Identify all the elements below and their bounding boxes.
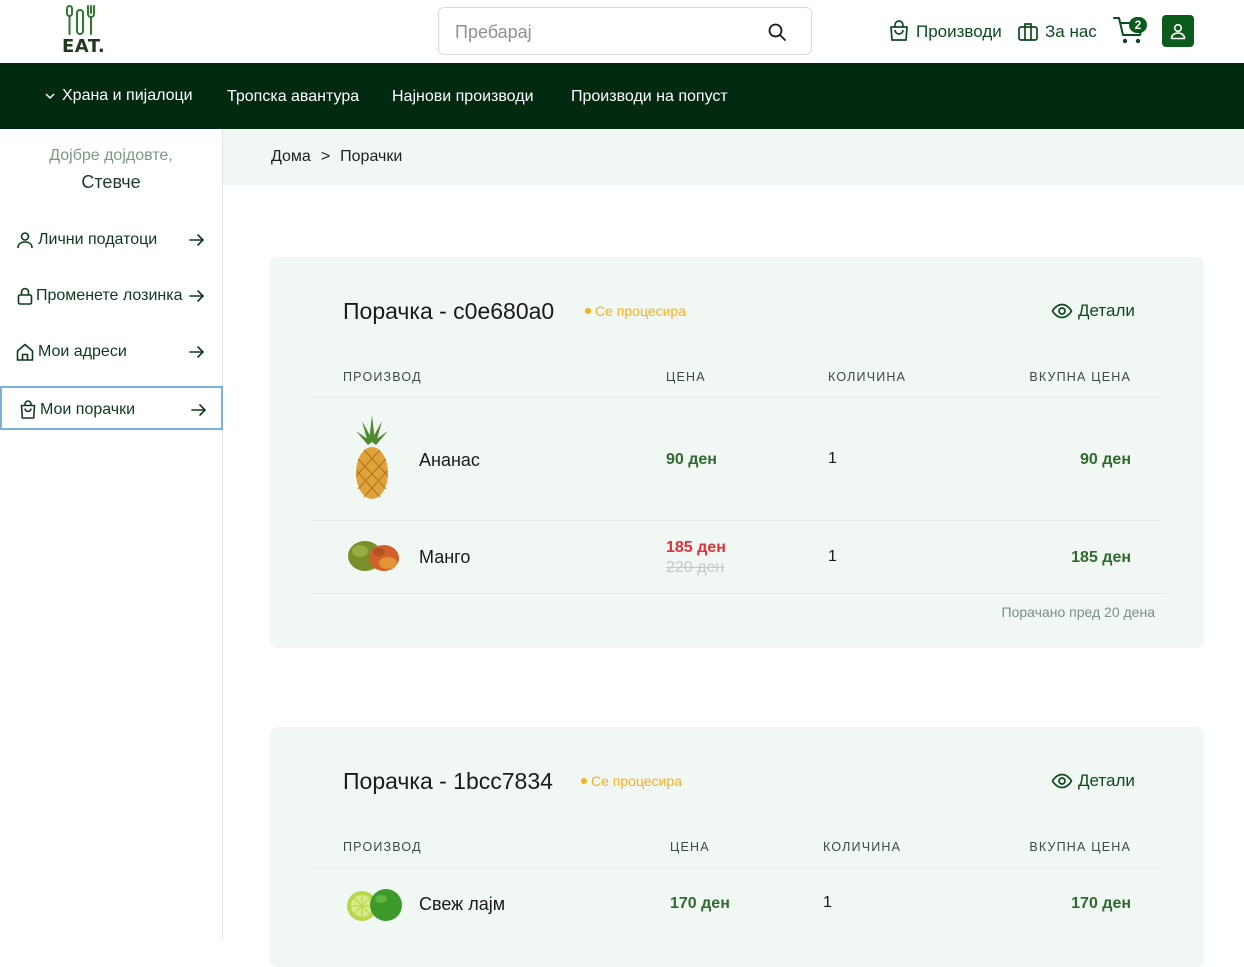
- products-link[interactable]: Производи: [887, 18, 1002, 46]
- breadcrumb-separator: >: [320, 148, 331, 165]
- column-header-total: ВКУПНА ЦЕНА: [1029, 840, 1131, 854]
- status-label: Се процесира: [595, 303, 686, 319]
- product-name: Ананас: [419, 450, 480, 470]
- lock-icon: [17, 287, 33, 305]
- mango-image[interactable]: [346, 537, 402, 575]
- status-dot: [581, 778, 587, 784]
- product-old-price: 220 ден: [666, 559, 725, 576]
- column-header-total: ВКУПНА ЦЕНА: [1029, 370, 1131, 384]
- breadcrumb-bar: Дома > Порачки: [223, 129, 1244, 185]
- account-button[interactable]: [1162, 15, 1194, 47]
- column-header-price: ЦЕНА: [666, 370, 706, 384]
- search-icon[interactable]: [767, 22, 787, 42]
- welcome-text: Дојбре дојдовте,: [49, 147, 173, 164]
- column-header-price: ЦЕНА: [670, 840, 710, 854]
- column-header-quantity: КОЛИЧИНА: [828, 370, 907, 384]
- eye-icon: [1051, 773, 1073, 789]
- cart-count-badge: 2: [1129, 17, 1147, 33]
- column-header-product: ПРОИЗВОД: [343, 840, 422, 854]
- sidebar-item-orders[interactable]: Мои порачки: [0, 386, 223, 430]
- product-price: 90 ден: [666, 451, 717, 468]
- arrow-right-icon: [189, 234, 205, 246]
- logo[interactable]: EAT.: [62, 4, 105, 57]
- order-card: Порачка - c0e680a0 Се процесира Детали П…: [270, 257, 1204, 648]
- divider: [312, 867, 1163, 868]
- product-quantity: 1: [823, 894, 832, 911]
- order-title: Порачка - 1bcc7834: [343, 768, 553, 794]
- logo-text: EAT.: [62, 36, 106, 57]
- arrow-right-icon: [189, 290, 205, 302]
- status-badge: Се процесира: [581, 773, 682, 789]
- order-details-link[interactable]: Детали: [1051, 300, 1135, 322]
- search-input[interactable]: [455, 20, 755, 44]
- about-link-label: За нас: [1045, 22, 1097, 41]
- user-icon: [1170, 23, 1186, 40]
- nav-food-drinks-label: Храна и пијалоци: [62, 87, 193, 104]
- nav-food-drinks[interactable]: Храна и пијалоци: [44, 87, 193, 105]
- product-total: 170 ден: [1071, 895, 1131, 912]
- breadcrumb-home[interactable]: Дома: [271, 148, 311, 166]
- details-label: Детали: [1078, 301, 1135, 320]
- sidebar-item-label: Лични податоци: [38, 231, 158, 248]
- sidebar-item-addresses[interactable]: Мои адреси: [0, 330, 223, 374]
- product-price: 170 ден: [670, 895, 730, 912]
- product-quantity: 1: [828, 450, 837, 467]
- lime-image[interactable]: [344, 887, 404, 923]
- home-icon: [16, 343, 34, 361]
- nav-discount[interactable]: Производи на попуст: [571, 88, 728, 106]
- about-link[interactable]: За нас: [1016, 18, 1097, 46]
- eye-icon: [1051, 303, 1073, 319]
- pineapple-image[interactable]: [352, 413, 392, 501]
- products-link-label: Производи: [916, 22, 1002, 41]
- sidebar-item-change-password[interactable]: Променете лозинка: [0, 274, 223, 318]
- nav-newest[interactable]: Најнови производи: [392, 88, 534, 106]
- cutlery-icon: [66, 5, 95, 35]
- sidebar-item-personal-data[interactable]: Лични податоци: [0, 218, 223, 262]
- details-label: Детали: [1078, 771, 1135, 790]
- status-dot: [585, 308, 591, 314]
- status-badge: Се процесира: [585, 303, 686, 319]
- chevron-down-icon: [45, 93, 55, 100]
- order-card: Порачка - 1bcc7834 Се процесира Детали П…: [270, 727, 1204, 967]
- product-sale-price: 185 ден: [666, 539, 726, 556]
- order-date: Порачано пред 20 дена: [1001, 604, 1155, 620]
- category-nav: Храна и пијалоци Тропска авантура Најнов…: [0, 63, 1244, 129]
- account-sidebar: Дојбре дојдовте, Стевче Лични податоци П…: [0, 129, 223, 940]
- breadcrumb: Дома > Порачки: [271, 148, 402, 166]
- product-quantity: 1: [828, 548, 837, 565]
- user-icon: [17, 232, 33, 249]
- product-total: 185 ден: [1071, 549, 1131, 566]
- product-name: Манго: [419, 547, 471, 567]
- sidebar-item-label: Променете лозинка: [36, 287, 183, 304]
- breadcrumb-current: Порачки: [340, 148, 403, 165]
- arrow-right-icon: [189, 346, 205, 358]
- divider: [312, 593, 1163, 594]
- divider: [312, 397, 1163, 398]
- site-header: EAT. Производи За нас 2: [0, 0, 1244, 63]
- sidebar-item-label: Мои адреси: [38, 343, 127, 360]
- arrow-right-icon: [191, 404, 207, 416]
- order-title: Порачка - c0e680a0: [343, 298, 555, 324]
- search-box: [438, 7, 812, 55]
- nav-tropical[interactable]: Тропска авантура: [227, 88, 359, 106]
- username: Стевче: [81, 172, 141, 192]
- column-header-quantity: КОЛИЧИНА: [823, 840, 902, 854]
- briefcase-icon: [1018, 23, 1038, 41]
- shopping-bag-icon: [890, 20, 908, 41]
- column-header-product: ПРОИЗВОД: [343, 370, 422, 384]
- sidebar-item-label: Мои порачки: [40, 401, 136, 418]
- shopping-bag-icon: [20, 400, 36, 419]
- order-details-link[interactable]: Детали: [1051, 770, 1135, 792]
- status-label: Се процесира: [591, 773, 682, 789]
- product-name: Свеж лајм: [419, 894, 506, 914]
- divider: [312, 520, 1163, 521]
- product-total: 90 ден: [1080, 451, 1131, 468]
